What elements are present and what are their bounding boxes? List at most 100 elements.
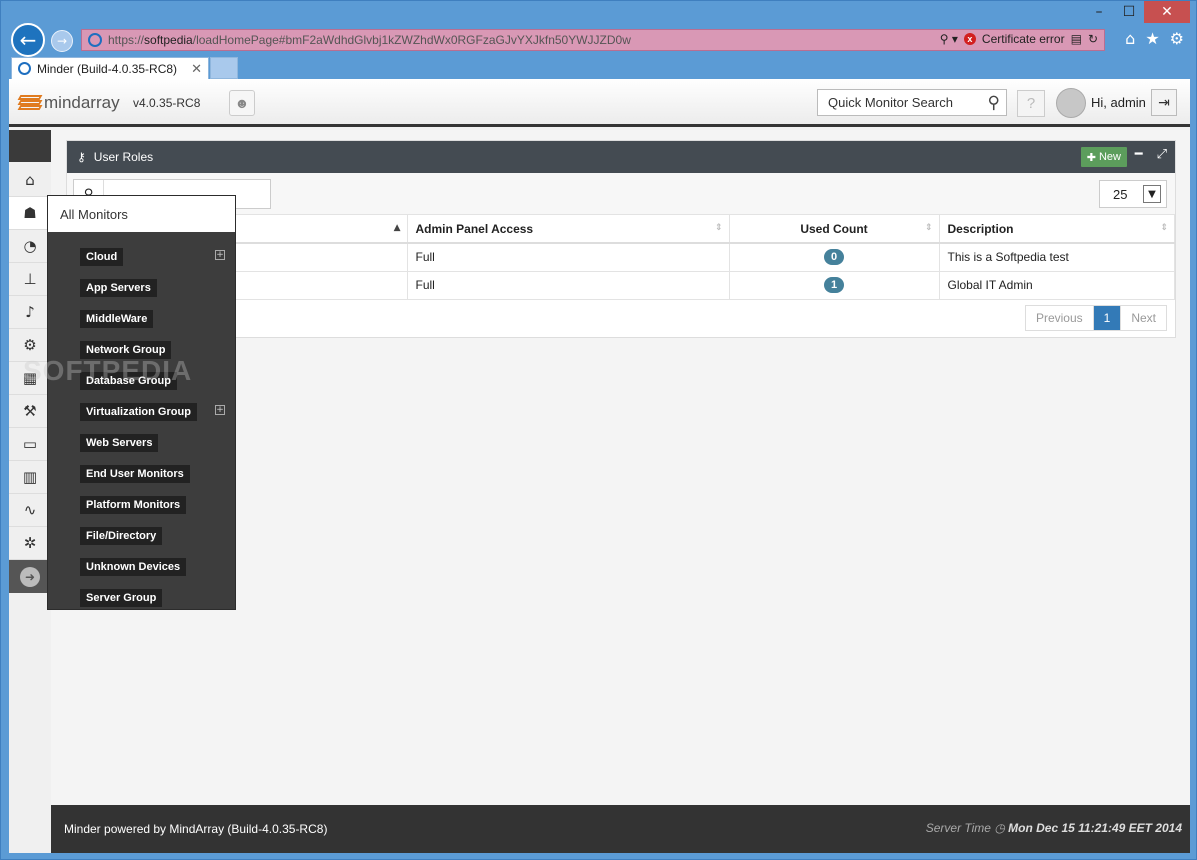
dropdown-title[interactable]: All Monitors: [48, 196, 235, 232]
close-window-button[interactable]: ✕: [1144, 1, 1190, 23]
monitor-group-label[interactable]: Platform Monitors: [80, 496, 187, 514]
close-tab-icon[interactable]: ✕: [191, 61, 202, 77]
next-page-button[interactable]: Next: [1121, 306, 1166, 330]
ie-tab-icon: [18, 62, 31, 75]
sort-icon[interactable]: ⇕: [1160, 223, 1168, 233]
search-dropdown-icon[interactable]: ⚲ ▾: [940, 32, 958, 46]
current-page-button[interactable]: 1: [1093, 306, 1122, 330]
calculator-icon[interactable]: ▦: [9, 362, 51, 395]
users-icon[interactable]: ☗: [9, 197, 51, 230]
ie-page-icon: [88, 33, 102, 47]
side-rail: ⌂ ☗ ◔ ⊥ ♪ ⚙ ▦ ⚒ ▭ ▥ ∿ ✲ ➜: [9, 130, 51, 853]
expand-icon[interactable]: +: [215, 250, 225, 260]
address-row: ← → https://softpedia/loadHomePage#bmF2a…: [7, 23, 1190, 57]
monitor-group-label[interactable]: File/Directory: [80, 527, 163, 545]
compat-view-icon[interactable]: ▤: [1071, 32, 1082, 46]
count-badge[interactable]: 0: [824, 249, 844, 266]
monitor-group-label[interactable]: Web Servers: [80, 434, 159, 452]
monitor-group-item[interactable]: Database Group: [48, 366, 235, 397]
dashboard-icon[interactable]: ◔: [9, 230, 51, 263]
quick-monitor-search-input[interactable]: Quick Monitor Search ⚲: [817, 89, 1007, 116]
gear-icon[interactable]: ⚙: [9, 329, 51, 362]
column-header-description[interactable]: Description ⇕: [939, 215, 1175, 244]
monitor-group-item[interactable]: Unknown Devices: [48, 552, 235, 583]
cell-description: Global IT Admin: [939, 271, 1175, 300]
powered-by-text: Minder powered by MindArray (Build-4.0.3…: [64, 822, 328, 836]
monitor-group-item[interactable]: End User Monitors: [48, 459, 235, 490]
expand-rail-button[interactable]: ➜: [9, 560, 51, 593]
monitor-group-label[interactable]: Database Group: [80, 372, 177, 390]
sort-asc-icon[interactable]: ▲: [394, 223, 401, 233]
home-icon[interactable]: ⌂: [9, 164, 51, 197]
certificate-error-label[interactable]: Certificate error: [982, 32, 1065, 46]
expand-icon[interactable]: +: [215, 405, 225, 415]
monitor-group-label[interactable]: Cloud: [80, 248, 124, 266]
browser-window: – ☐ ✕ ← → https://softpedia/loadHomePage…: [0, 0, 1197, 860]
monitor-group-item[interactable]: Virtualization Group +: [48, 397, 235, 428]
forward-button[interactable]: →: [51, 30, 73, 52]
address-bar[interactable]: https://softpedia/loadHomePage#bmF2aWdhd…: [81, 29, 1105, 51]
user-profile-icon[interactable]: ☻: [229, 90, 255, 116]
chart-icon[interactable]: ∿: [9, 494, 51, 527]
monitor-group-item[interactable]: Cloud +: [48, 242, 235, 273]
monitor-group-item[interactable]: MiddleWare: [48, 304, 235, 335]
url-tools: ⚲ ▾ x Certificate error ▤ ↻: [940, 32, 1098, 46]
monitor-group-label[interactable]: Unknown Devices: [80, 558, 187, 576]
monitor-group-label[interactable]: Network Group: [80, 341, 172, 359]
column-header-used-count[interactable]: Used Count ⇕: [729, 215, 940, 244]
monitor-group-label[interactable]: End User Monitors: [80, 465, 190, 483]
monitor-group-item[interactable]: Network Group: [48, 335, 235, 366]
topology-icon[interactable]: ⊥: [9, 263, 51, 296]
browser-tab[interactable]: Minder (Build-4.0.35-RC8) ✕: [11, 57, 209, 79]
sort-icon[interactable]: ⇕: [925, 223, 933, 233]
monitor-icon[interactable]: ▭: [9, 428, 51, 461]
settings-browser-icon[interactable]: ⚙: [1170, 29, 1184, 48]
avatar[interactable]: [1056, 88, 1086, 118]
monitor-group-label[interactable]: MiddleWare: [80, 310, 154, 328]
back-button[interactable]: ←: [11, 23, 45, 57]
pagination: Previous 1 Next: [1024, 305, 1167, 331]
clock-icon: ◷: [990, 821, 1009, 835]
logout-button[interactable]: ⇥: [1151, 89, 1177, 116]
monitor-group-label[interactable]: App Servers: [80, 279, 157, 297]
help-button[interactable]: ?: [1017, 90, 1045, 117]
monitor-group-item[interactable]: App Servers: [48, 273, 235, 304]
count-badge[interactable]: 1: [824, 277, 844, 293]
tab-title: Minder (Build-4.0.35-RC8): [37, 61, 178, 76]
monitor-group-item[interactable]: File/Directory: [48, 521, 235, 552]
panel-controls: ━ ⤢: [1135, 147, 1167, 162]
new-tab-button[interactable]: [210, 57, 238, 79]
collapse-icon[interactable]: ━: [1135, 147, 1143, 162]
wrench-icon[interactable]: ⚒: [9, 395, 51, 428]
calendar-icon[interactable]: ▥: [9, 461, 51, 494]
user-greeting[interactable]: Hi, admin: [1091, 95, 1146, 110]
plus-icon: ✚: [1086, 151, 1099, 164]
new-role-button[interactable]: ✚ New: [1080, 147, 1127, 167]
logo-mark-icon: [17, 95, 43, 111]
favorites-icon[interactable]: ★: [1145, 29, 1159, 48]
window-controls: – ☐ ✕: [1084, 1, 1190, 23]
monitor-group-item[interactable]: Server Group: [48, 583, 235, 614]
minimize-button[interactable]: –: [1084, 1, 1114, 23]
page-size-select[interactable]: 25 ▼: [1099, 180, 1167, 208]
rail-top-strip: [9, 130, 51, 162]
search-icon[interactable]: ⚲: [988, 93, 1000, 113]
page-size-value: 25: [1113, 186, 1128, 202]
maximize-button[interactable]: ☐: [1114, 1, 1144, 23]
home-browser-icon[interactable]: ⌂: [1125, 29, 1135, 48]
monitor-group-item[interactable]: Platform Monitors: [48, 490, 235, 521]
monitor-group-item[interactable]: Web Servers: [48, 428, 235, 459]
monitor-group-label[interactable]: Server Group: [80, 589, 163, 607]
column-header-admin-panel-access[interactable]: Admin Panel Access ⇕: [407, 215, 730, 244]
monitor-group-label[interactable]: Virtualization Group: [80, 403, 197, 421]
chevron-down-icon[interactable]: ▼: [1143, 185, 1161, 203]
gears-icon[interactable]: ✲: [9, 527, 51, 560]
cert-error-icon[interactable]: x: [963, 33, 976, 45]
refresh-icon[interactable]: ↻: [1088, 32, 1098, 46]
previous-page-button[interactable]: Previous: [1025, 306, 1094, 330]
fullscreen-icon[interactable]: ⤢: [1157, 147, 1167, 162]
url-text: https://softpedia/loadHomePage#bmF2aWdhd…: [108, 33, 631, 47]
sort-icon[interactable]: ⇕: [715, 223, 723, 233]
bell-icon[interactable]: ♪: [9, 296, 51, 329]
key-icon: ⚷: [77, 150, 86, 164]
